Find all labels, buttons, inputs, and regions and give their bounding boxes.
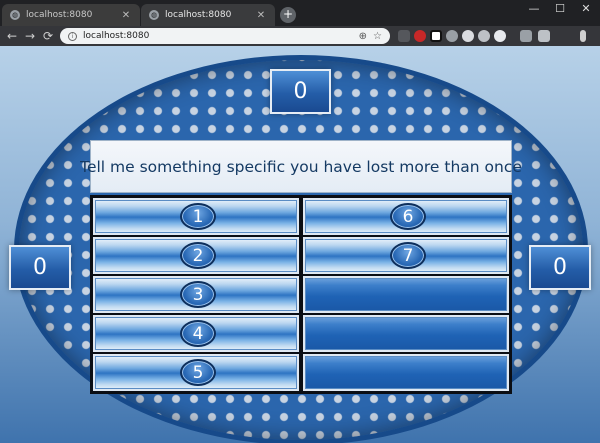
- question-text: Tell me something specific you have lost…: [80, 140, 522, 193]
- answer-slot-7[interactable]: 7: [303, 237, 509, 274]
- maximize-icon[interactable]: ☐: [546, 2, 574, 15]
- camera-icon[interactable]: [462, 30, 474, 42]
- back-icon[interactable]: ←: [4, 28, 20, 44]
- team-left-score: 0: [9, 245, 71, 290]
- menu-icon[interactable]: [580, 30, 586, 42]
- answer-slot-4[interactable]: 4: [93, 315, 299, 352]
- reload-icon[interactable]: ⟳: [40, 28, 56, 44]
- tab-title: localhost:8080: [26, 10, 93, 20]
- answer-number-badge: 5: [180, 359, 216, 386]
- answer-slot-empty: [303, 315, 509, 352]
- star-icon[interactable]: ☆: [373, 31, 382, 42]
- round-score: 0: [270, 69, 331, 114]
- browser-toolbar: ← → ⟳ i localhost:8080 ⊕ ☆: [0, 26, 600, 46]
- new-tab-button[interactable]: +: [280, 7, 296, 23]
- answer-number-badge: 7: [390, 242, 426, 269]
- team-right-score: 0: [529, 245, 591, 290]
- globe-icon: ◍: [10, 10, 20, 20]
- game-stage: 0 0 0 Tell me something specific you hav…: [0, 46, 600, 443]
- answer-number-badge: 3: [180, 281, 216, 308]
- answer-number-badge: 4: [180, 320, 216, 347]
- browser-tab-active[interactable]: ◍ localhost:8080 ✕: [141, 4, 275, 26]
- record-icon[interactable]: [478, 30, 490, 42]
- extension-icon[interactable]: [398, 30, 410, 42]
- answer-slot-5[interactable]: 5: [93, 354, 299, 391]
- address-url[interactable]: localhost:8080: [83, 31, 353, 41]
- globe-icon: ◍: [149, 10, 159, 20]
- answer-number-badge: 6: [390, 203, 426, 230]
- answer-number-badge: 1: [180, 203, 216, 230]
- answer-slot-1[interactable]: 1: [93, 198, 299, 235]
- zoom-icon[interactable]: ⊕: [359, 31, 367, 42]
- settings-icon[interactable]: [446, 30, 458, 42]
- ad-block-icon[interactable]: [494, 30, 506, 42]
- answer-slot-2[interactable]: 2: [93, 237, 299, 274]
- info-icon[interactable]: i: [68, 31, 77, 41]
- answer-slot-3[interactable]: 3: [93, 276, 299, 313]
- answer-board: 1 2 3 4 5 6 7: [90, 195, 512, 394]
- browser-tab-bar: ◍ localhost:8080 ✕ ◍ localhost:8080 ✕ + …: [0, 0, 600, 26]
- window-close-icon[interactable]: ✕: [572, 2, 600, 15]
- close-icon[interactable]: ✕: [255, 10, 267, 21]
- lastpass-icon[interactable]: [414, 30, 426, 42]
- browser-tab[interactable]: ◍ localhost:8080 ✕: [2, 4, 140, 26]
- answer-slot-empty: [303, 354, 509, 391]
- minimize-icon[interactable]: —: [520, 2, 548, 15]
- close-icon[interactable]: ✕: [120, 10, 132, 21]
- address-bar[interactable]: i localhost:8080 ⊕ ☆: [60, 28, 390, 44]
- answer-slot-6[interactable]: 6: [303, 198, 509, 235]
- cast-icon[interactable]: [538, 30, 550, 42]
- tab-title: localhost:8080: [165, 10, 232, 20]
- answer-slot-empty: [303, 276, 509, 313]
- forward-icon[interactable]: →: [22, 28, 38, 44]
- box-icon[interactable]: [430, 30, 442, 42]
- answer-number-badge: 2: [180, 242, 216, 269]
- playlist-icon[interactable]: [520, 30, 532, 42]
